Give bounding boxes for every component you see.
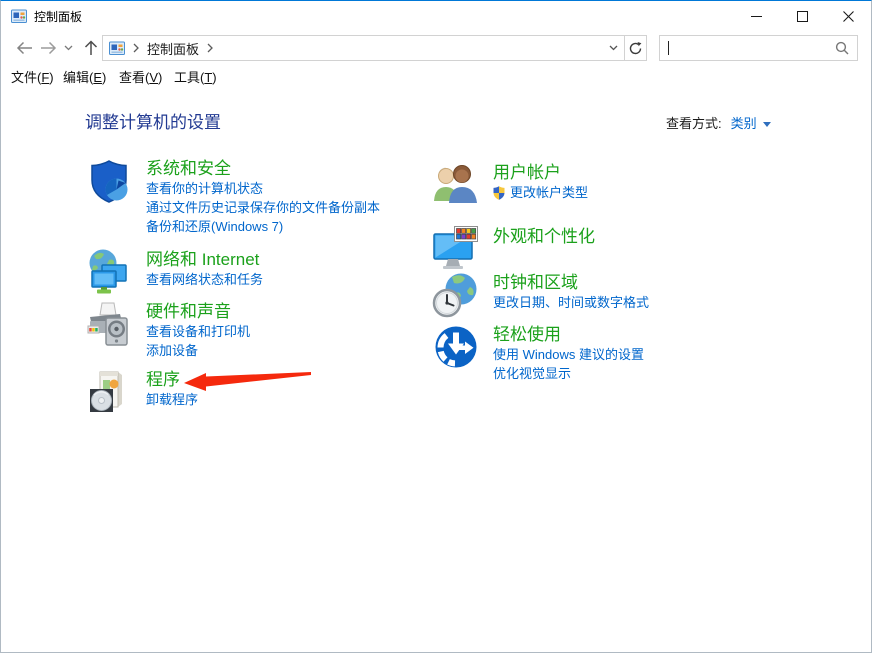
navigation-bar: 控制面板	[1, 31, 871, 65]
search-icon	[835, 41, 849, 55]
search-box	[659, 35, 858, 61]
back-arrow-icon	[16, 41, 33, 55]
category-appearance-personalization: 外观和个性化	[432, 225, 595, 273]
network-globe-icon[interactable]	[85, 248, 133, 296]
breadcrumb-app-icon	[109, 40, 125, 56]
category-link-clock-region[interactable]: 时钟和区域	[493, 272, 649, 293]
task-link-backup-restore[interactable]: 备份和还原(Windows 7)	[146, 217, 380, 236]
category-ease-of-access: 轻松使用 使用 Windows 建议的设置 优化视觉显示	[432, 323, 644, 383]
control-panel-app-icon	[11, 8, 27, 24]
forward-arrow-icon	[40, 41, 57, 55]
chevron-down-icon	[609, 45, 618, 51]
task-link-security-status[interactable]: 查看你的计算机状态	[146, 179, 380, 198]
chevron-down-icon	[64, 45, 73, 51]
window-controls	[733, 1, 871, 31]
close-icon	[843, 11, 854, 22]
search-input[interactable]	[669, 41, 835, 56]
category-link-system-security[interactable]: 系统和安全	[146, 158, 380, 179]
ease-of-access-icon[interactable]	[432, 323, 480, 371]
breadcrumb-chevron-icon[interactable]	[207, 43, 213, 53]
category-link-user-accounts[interactable]: 用户帐户	[493, 162, 588, 183]
menu-edit[interactable]: 编辑(E)	[63, 65, 106, 90]
shield-icon[interactable]	[85, 157, 133, 205]
minimize-button[interactable]	[733, 1, 779, 31]
category-system-security: 系统和安全 查看你的计算机状态 通过文件历史记录保存你的文件备份副本 备份和还原…	[85, 157, 380, 236]
close-button[interactable]	[825, 1, 871, 31]
task-link-file-history[interactable]: 通过文件历史记录保存你的文件备份副本	[146, 198, 380, 217]
uac-shield-icon	[493, 186, 505, 200]
refresh-icon	[629, 42, 642, 55]
refresh-button[interactable]	[625, 36, 646, 60]
task-link-uninstall-program[interactable]: 卸载程序	[146, 390, 198, 409]
address-bar[interactable]: 控制面板	[102, 35, 647, 61]
task-link-change-date-time[interactable]: 更改日期、时间或数字格式	[493, 293, 649, 312]
back-button[interactable]	[13, 31, 35, 65]
annotation-arrow-icon	[181, 362, 316, 392]
breadcrumb-chevron-icon[interactable]	[133, 43, 139, 53]
view-by-label: 查看方式:	[666, 116, 722, 131]
forward-button[interactable]	[37, 31, 59, 65]
category-user-accounts: 用户帐户 更改帐户类型	[432, 161, 588, 209]
software-box-cd-icon[interactable]	[85, 368, 133, 416]
task-link-change-account-type[interactable]: 更改帐户类型	[493, 183, 588, 202]
task-link-devices-printers[interactable]: 查看设备和打印机	[146, 322, 250, 341]
category-programs: 程序 卸载程序	[85, 368, 198, 416]
menu-file[interactable]: 文件(F)	[11, 65, 54, 90]
view-by-dropdown[interactable]: 类别	[731, 116, 757, 131]
breadcrumb-item-control-panel[interactable]: 控制面板	[147, 39, 199, 58]
titlebar: 控制面板	[1, 1, 871, 31]
chevron-down-icon[interactable]	[763, 122, 771, 127]
task-link-optimize-visual[interactable]: 优化视觉显示	[493, 364, 644, 383]
maximize-button[interactable]	[779, 1, 825, 31]
category-hardware-sound: 硬件和声音 查看设备和打印机 添加设备	[85, 300, 250, 360]
task-link-suggested-settings[interactable]: 使用 Windows 建议的设置	[493, 345, 644, 364]
up-arrow-icon	[84, 40, 98, 56]
category-link-ease-of-access[interactable]: 轻松使用	[493, 324, 644, 345]
view-by-control: 查看方式: 类别	[666, 113, 771, 132]
printer-speaker-icon[interactable]	[85, 300, 133, 348]
recent-pages-button[interactable]	[61, 31, 75, 65]
category-link-network-internet[interactable]: 网络和 Internet	[146, 249, 263, 270]
menu-bar: 文件(F) 编辑(E) 查看(V) 工具(T)	[1, 65, 871, 92]
control-panel-window: 控制面板	[0, 0, 872, 653]
page-title: 调整计算机的设置	[85, 108, 221, 133]
task-link-add-device[interactable]: 添加设备	[146, 341, 250, 360]
menu-view[interactable]: 查看(V)	[119, 65, 162, 90]
window-title: 控制面板	[34, 8, 82, 25]
category-network-internet: 网络和 Internet 查看网络状态和任务	[85, 248, 263, 296]
category-link-hardware-sound[interactable]: 硬件和声音	[146, 301, 250, 322]
up-button[interactable]	[80, 31, 102, 65]
control-panel-home: 调整计算机的设置 查看方式: 类别 系统和安全 查看你的计算机状态 通过文件历史记…	[1, 91, 871, 652]
monitor-palette-icon[interactable]	[432, 225, 480, 273]
address-dropdown-button[interactable]	[602, 36, 624, 60]
task-link-label: 更改帐户类型	[510, 185, 588, 200]
task-link-network-status[interactable]: 查看网络状态和任务	[146, 270, 263, 289]
maximize-icon	[797, 11, 808, 22]
globe-clock-icon[interactable]	[432, 271, 480, 319]
minimize-icon	[751, 11, 762, 22]
category-link-appearance[interactable]: 外观和个性化	[493, 226, 595, 247]
category-clock-region: 时钟和区域 更改日期、时间或数字格式	[432, 271, 649, 319]
menu-tools[interactable]: 工具(T)	[174, 65, 217, 90]
two-users-icon[interactable]	[432, 161, 480, 209]
category-link-programs[interactable]: 程序	[146, 369, 198, 390]
